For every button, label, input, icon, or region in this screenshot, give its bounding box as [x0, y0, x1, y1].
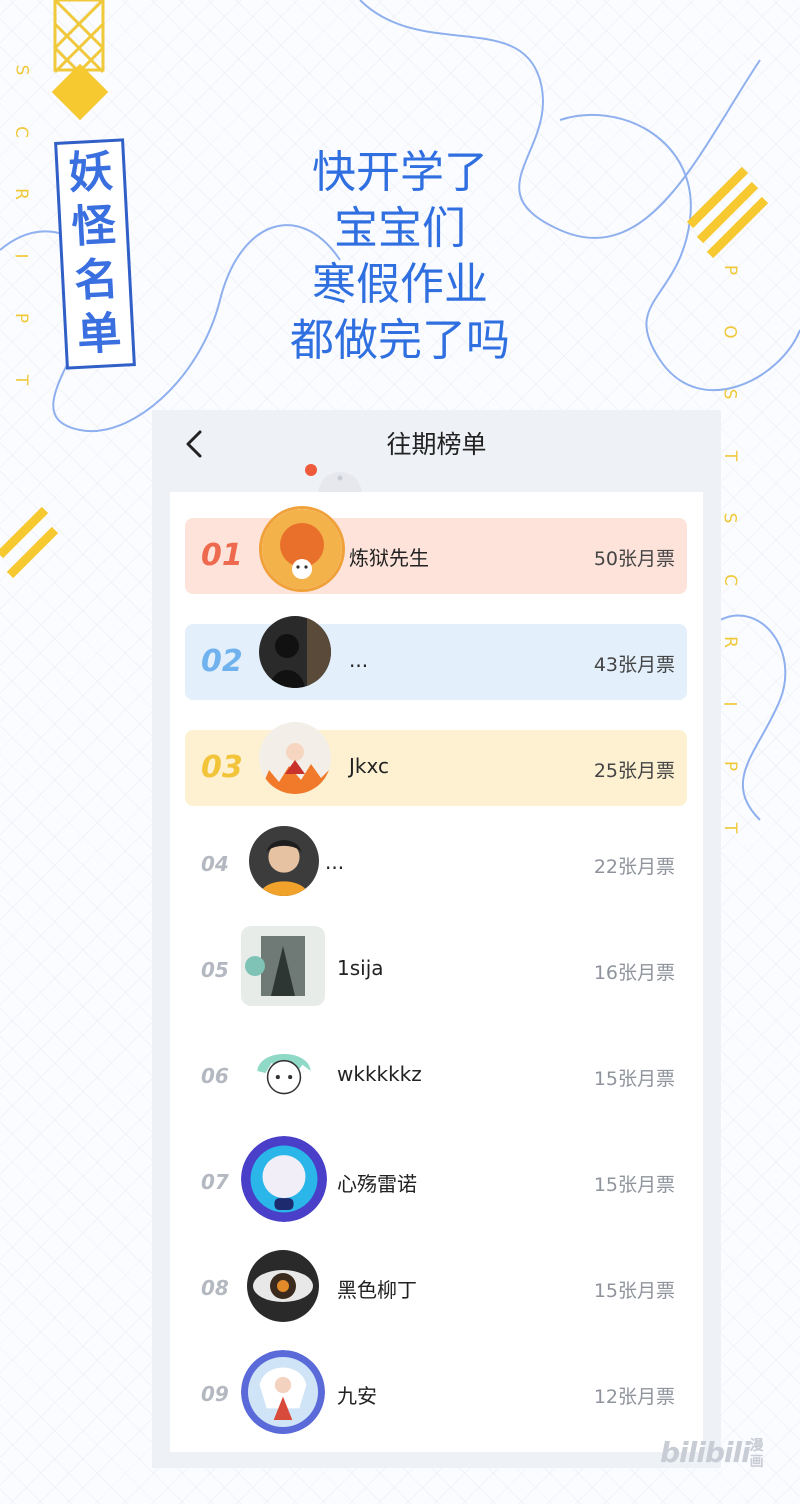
letter: S — [10, 64, 31, 78]
rank-number: 04 — [201, 852, 229, 876]
ranking-row-7[interactable]: 07 心殇雷诺 15张月票 — [185, 1136, 687, 1222]
avatar — [247, 1250, 319, 1322]
logo-char: 单 — [75, 307, 123, 362]
logo-char: 怪 — [70, 199, 117, 254]
letter: T — [10, 374, 31, 388]
rank-number: 09 — [201, 1382, 229, 1406]
letter: C — [10, 126, 31, 140]
phone-screenshot: 往期榜单 01 炼狱先生 50张月票 02 ... 43张月票 03 Jkxc … — [152, 410, 721, 1468]
vote-count: 25张月票 — [593, 760, 675, 782]
avatar — [249, 826, 319, 896]
letter: I — [10, 253, 31, 261]
avatar — [247, 1036, 321, 1110]
ranking-row-2[interactable]: 02 ... 43张月票 — [185, 616, 687, 700]
letter: S — [719, 388, 740, 402]
avatar — [241, 1350, 325, 1434]
avatar — [241, 1136, 327, 1222]
ranking-row-9[interactable]: 09 九安 12张月票 — [185, 1350, 687, 1434]
avatar — [259, 722, 331, 794]
headline-line: 都做完了吗 — [290, 315, 510, 366]
vote-count: 50张月票 — [593, 548, 675, 570]
right-vertical-letters: P O S T S C R I P T — [720, 240, 740, 860]
rank-number: 01 — [201, 538, 243, 573]
user-name: wkkkkkz — [337, 1062, 422, 1086]
user-name: 黑色柳丁 — [337, 1278, 417, 1302]
vote-count: 12张月票 — [593, 1386, 675, 1408]
vote-count: 22张月票 — [593, 856, 675, 878]
letter: P — [719, 264, 740, 278]
avatar — [259, 616, 331, 688]
ranking-row-3[interactable]: 03 Jkxc 25张月票 — [185, 722, 687, 806]
ranking-row-6[interactable]: 06 wkkkkkz 15张月票 — [185, 1036, 687, 1114]
headline-line: 宝宝们 — [334, 203, 466, 254]
rank-number: 02 — [201, 644, 243, 679]
letter: O — [719, 325, 740, 341]
user-name: 炼狱先生 — [349, 546, 429, 570]
letter: R — [10, 188, 31, 202]
vote-count: 15张月票 — [593, 1280, 675, 1302]
vote-count: 43张月票 — [593, 654, 675, 676]
rank-number: 03 — [201, 750, 243, 785]
yaoguai-mingdan-logo: 妖 怪 名 单 — [54, 138, 136, 370]
user-name: ... — [349, 648, 369, 672]
user-name: 九安 — [337, 1384, 377, 1408]
left-vertical-letters: S C R I P T — [11, 40, 31, 412]
headline: 快开学了 宝宝们 寒假作业 都做完了吗 — [250, 145, 550, 369]
ranking-row-5[interactable]: 05 1sija 16张月票 — [185, 926, 687, 1008]
user-name: 1sija — [337, 956, 384, 980]
vote-count: 15张月票 — [593, 1174, 675, 1196]
avatar — [241, 926, 325, 1006]
watermark-tag: 漫画 — [749, 1438, 764, 1470]
headline-line: 快开学了 — [312, 147, 488, 198]
headline-line: 寒假作业 — [312, 259, 488, 310]
user-name: Jkxc — [349, 754, 389, 778]
ranking-row-8[interactable]: 08 黑色柳丁 15张月票 — [185, 1250, 687, 1326]
page-title: 往期榜单 — [386, 430, 487, 459]
ranking-row-4[interactable]: 04 ... 22张月票 — [185, 826, 687, 902]
bilibili-watermark: bilibili漫画 — [660, 1436, 766, 1470]
app-header: 往期榜单 — [152, 410, 721, 490]
logo-char: 名 — [73, 253, 120, 308]
letter: P — [10, 312, 31, 326]
rank-number: 07 — [201, 1170, 229, 1194]
logo-char: 妖 — [67, 145, 115, 200]
mascot-icon — [305, 464, 362, 496]
avatar — [259, 506, 345, 592]
ranking-row-1[interactable]: 01 炼狱先生 50张月票 — [185, 506, 687, 594]
rank-number: 06 — [201, 1064, 229, 1088]
ranking-list: 01 炼狱先生 50张月票 02 ... 43张月票 03 Jkxc 25张月票 — [170, 492, 703, 1452]
watermark-brand: bilibili — [660, 1436, 751, 1469]
chevron-left-icon — [186, 430, 202, 458]
back-button[interactable] — [174, 424, 214, 464]
vote-count: 15张月票 — [593, 1068, 675, 1090]
vote-count: 16张月票 — [593, 962, 675, 984]
user-name: ... — [325, 850, 345, 874]
user-name: 心殇雷诺 — [337, 1172, 417, 1196]
rank-number: 05 — [201, 958, 229, 982]
rank-number: 08 — [201, 1276, 229, 1300]
